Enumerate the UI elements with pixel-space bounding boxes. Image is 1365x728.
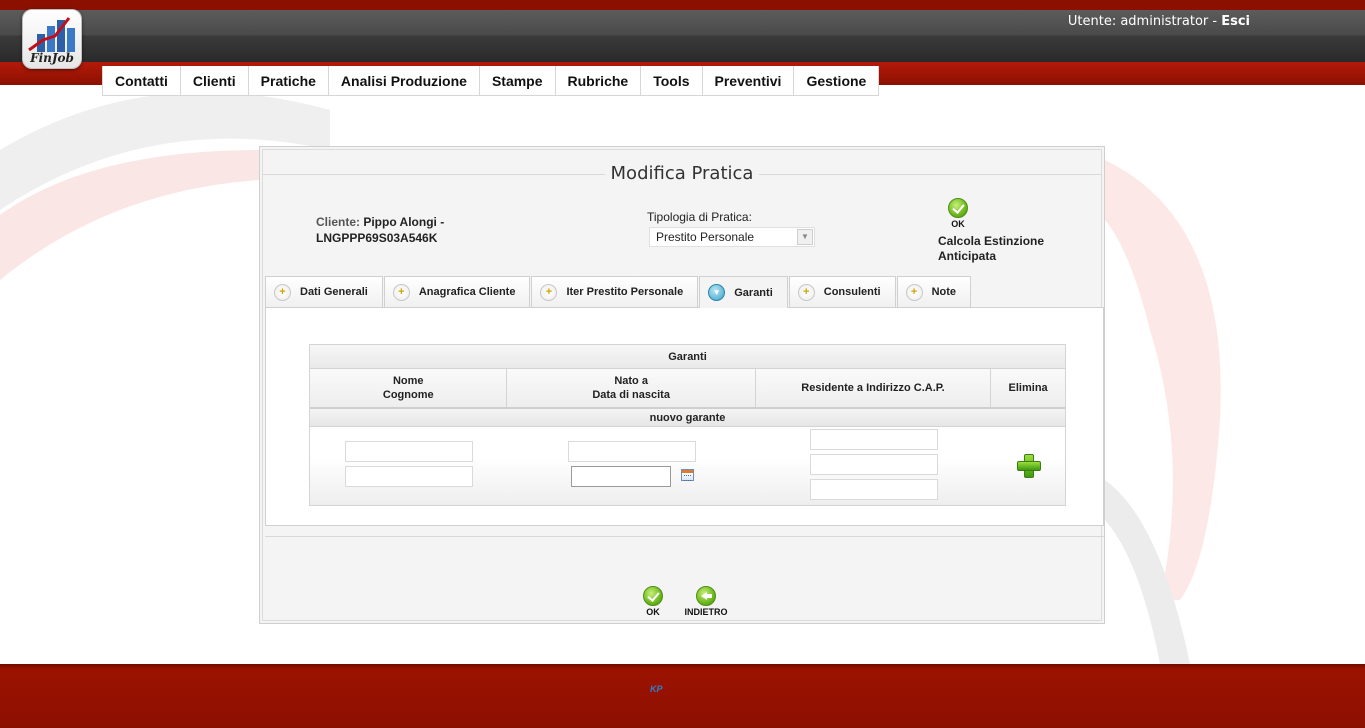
check-icon	[643, 586, 663, 606]
tab-label: Anagrafica Cliente	[418, 286, 516, 298]
menu-item-rubriche[interactable]: Rubriche	[555, 66, 642, 96]
col-elimina: Elimina	[1008, 382, 1048, 394]
calcola-estinzione-label: Calcola Estinzione Anticipata	[938, 234, 1045, 263]
menu-item-preventivi[interactable]: Preventivi	[702, 66, 795, 96]
calcola-ok-button[interactable]: OK	[947, 198, 969, 229]
indirizzo-input[interactable]	[810, 454, 938, 475]
footer: KP	[0, 664, 1365, 728]
logout-link[interactable]: Esci	[1221, 14, 1250, 29]
menu-item-tools[interactable]: Tools	[641, 66, 703, 96]
tab-note[interactable]: + Note	[896, 276, 972, 307]
nuovo-garante-label: nuovo garante	[310, 409, 1065, 427]
col-nato-a: Nato a	[614, 375, 648, 387]
garanti-column-headers: Nome Cognome Nato a Data di nascita Reside…	[310, 369, 1065, 409]
menu-item-gestione[interactable]: Gestione	[794, 66, 880, 96]
main-menu: Contatti Clienti Pratiche Analisi Produz…	[102, 66, 880, 96]
chevron-down-circle-icon: ▼	[708, 284, 726, 301]
tab-label: Dati Generali	[300, 286, 368, 298]
client-label: Cliente:	[316, 215, 364, 229]
tipologia-label: Tipologia di Pratica:	[647, 210, 752, 224]
col-cognome: Cognome	[382, 389, 434, 401]
residente-input[interactable]	[810, 429, 938, 450]
app-logo[interactable]: FinJob	[22, 9, 82, 69]
data-nascita-input[interactable]	[571, 466, 671, 487]
garanti-tab-content: Garanti Nome Cognome Nato a Data di nascit…	[265, 307, 1104, 526]
tab-anagrafica-cliente[interactable]: + Anagrafica Cliente	[383, 276, 531, 307]
tab-consulenti[interactable]: + Consulenti	[788, 276, 896, 307]
menu-item-pratiche[interactable]: Pratiche	[248, 66, 329, 96]
user-info: Utente: administrator - Esci	[1068, 14, 1250, 29]
tab-label: Garanti	[734, 286, 773, 299]
nuovo-garante-row	[310, 427, 1065, 505]
plus-circle-icon: +	[905, 283, 923, 301]
arrow-left-icon	[696, 586, 716, 606]
divider	[265, 536, 1104, 537]
nato-a-input[interactable]	[568, 441, 696, 462]
add-garante-icon[interactable]	[1017, 454, 1041, 478]
client-info: Cliente: Pippo Alongi - LNGPPP69S03A546K	[316, 214, 466, 246]
modifica-pratica-panel: Modifica Pratica Cliente: Pippo Alongi -…	[259, 146, 1105, 624]
col-nascita: Nato a Data di nascita	[507, 369, 756, 407]
col-residente: Residente a Indirizzo C.A.P.	[756, 369, 992, 407]
panel-frame: Modifica Pratica Cliente: Pippo Alongi -…	[262, 149, 1104, 621]
page-title: Modifica Pratica	[604, 163, 760, 184]
tab-label: Iter Prestito Personale	[566, 286, 684, 298]
menu-item-contatti[interactable]: Contatti	[102, 66, 181, 96]
plus-circle-icon: +	[392, 283, 410, 301]
nome-input[interactable]	[345, 441, 473, 462]
footer-logo: KP	[650, 684, 663, 694]
col-nome-cognome: Nome Cognome	[310, 369, 508, 407]
garanti-table-title: Garanti	[310, 345, 1065, 369]
menu-item-clienti[interactable]: Clienti	[180, 66, 249, 96]
tipologia-value: Prestito Personale	[656, 230, 755, 244]
tab-label: Note	[931, 286, 957, 298]
page-title-wrap: Modifica Pratica	[263, 163, 1101, 184]
menu-item-stampe[interactable]: Stampe	[479, 66, 556, 96]
col-data-nascita: Data di nascita	[592, 389, 670, 401]
cap-input[interactable]	[810, 479, 938, 500]
header-top-strip	[0, 0, 1365, 10]
tab-dati-generali[interactable]: + Dati Generali	[265, 276, 383, 307]
back-caption: INDIETRO	[684, 607, 728, 617]
chevron-down-icon: ▼	[797, 229, 813, 245]
chart-logo-icon	[28, 17, 75, 52]
cognome-input[interactable]	[345, 466, 473, 487]
plus-circle-icon: +	[274, 283, 291, 301]
calendar-icon[interactable]	[681, 469, 694, 481]
logo-text: FinJob	[30, 51, 74, 65]
tab-label: Consulenti	[823, 286, 881, 298]
back-button[interactable]: INDIETRO	[681, 586, 731, 617]
tab-iter-prestito-personale[interactable]: + Iter Prestito Personale	[531, 276, 699, 307]
menu-item-analisi-produzione[interactable]: Analisi Produzione	[328, 66, 480, 96]
ok-caption: OK	[646, 607, 660, 617]
ok-button[interactable]: OK	[640, 586, 666, 617]
garanti-table: Garanti Nome Cognome Nato a Data di nascit…	[309, 344, 1066, 506]
plus-circle-icon: +	[540, 283, 558, 301]
plus-circle-icon: +	[797, 283, 815, 301]
ok-caption: OK	[951, 219, 965, 229]
tab-bar: + Dati Generali + Anagrafica Cliente + I…	[265, 276, 972, 308]
tab-garanti[interactable]: ▼ Garanti	[699, 276, 788, 308]
check-icon	[948, 198, 968, 218]
col-nome: Nome	[392, 375, 424, 387]
tipologia-select[interactable]: Prestito Personale ▼	[649, 227, 815, 247]
user-label: Utente: administrator -	[1067, 14, 1222, 29]
